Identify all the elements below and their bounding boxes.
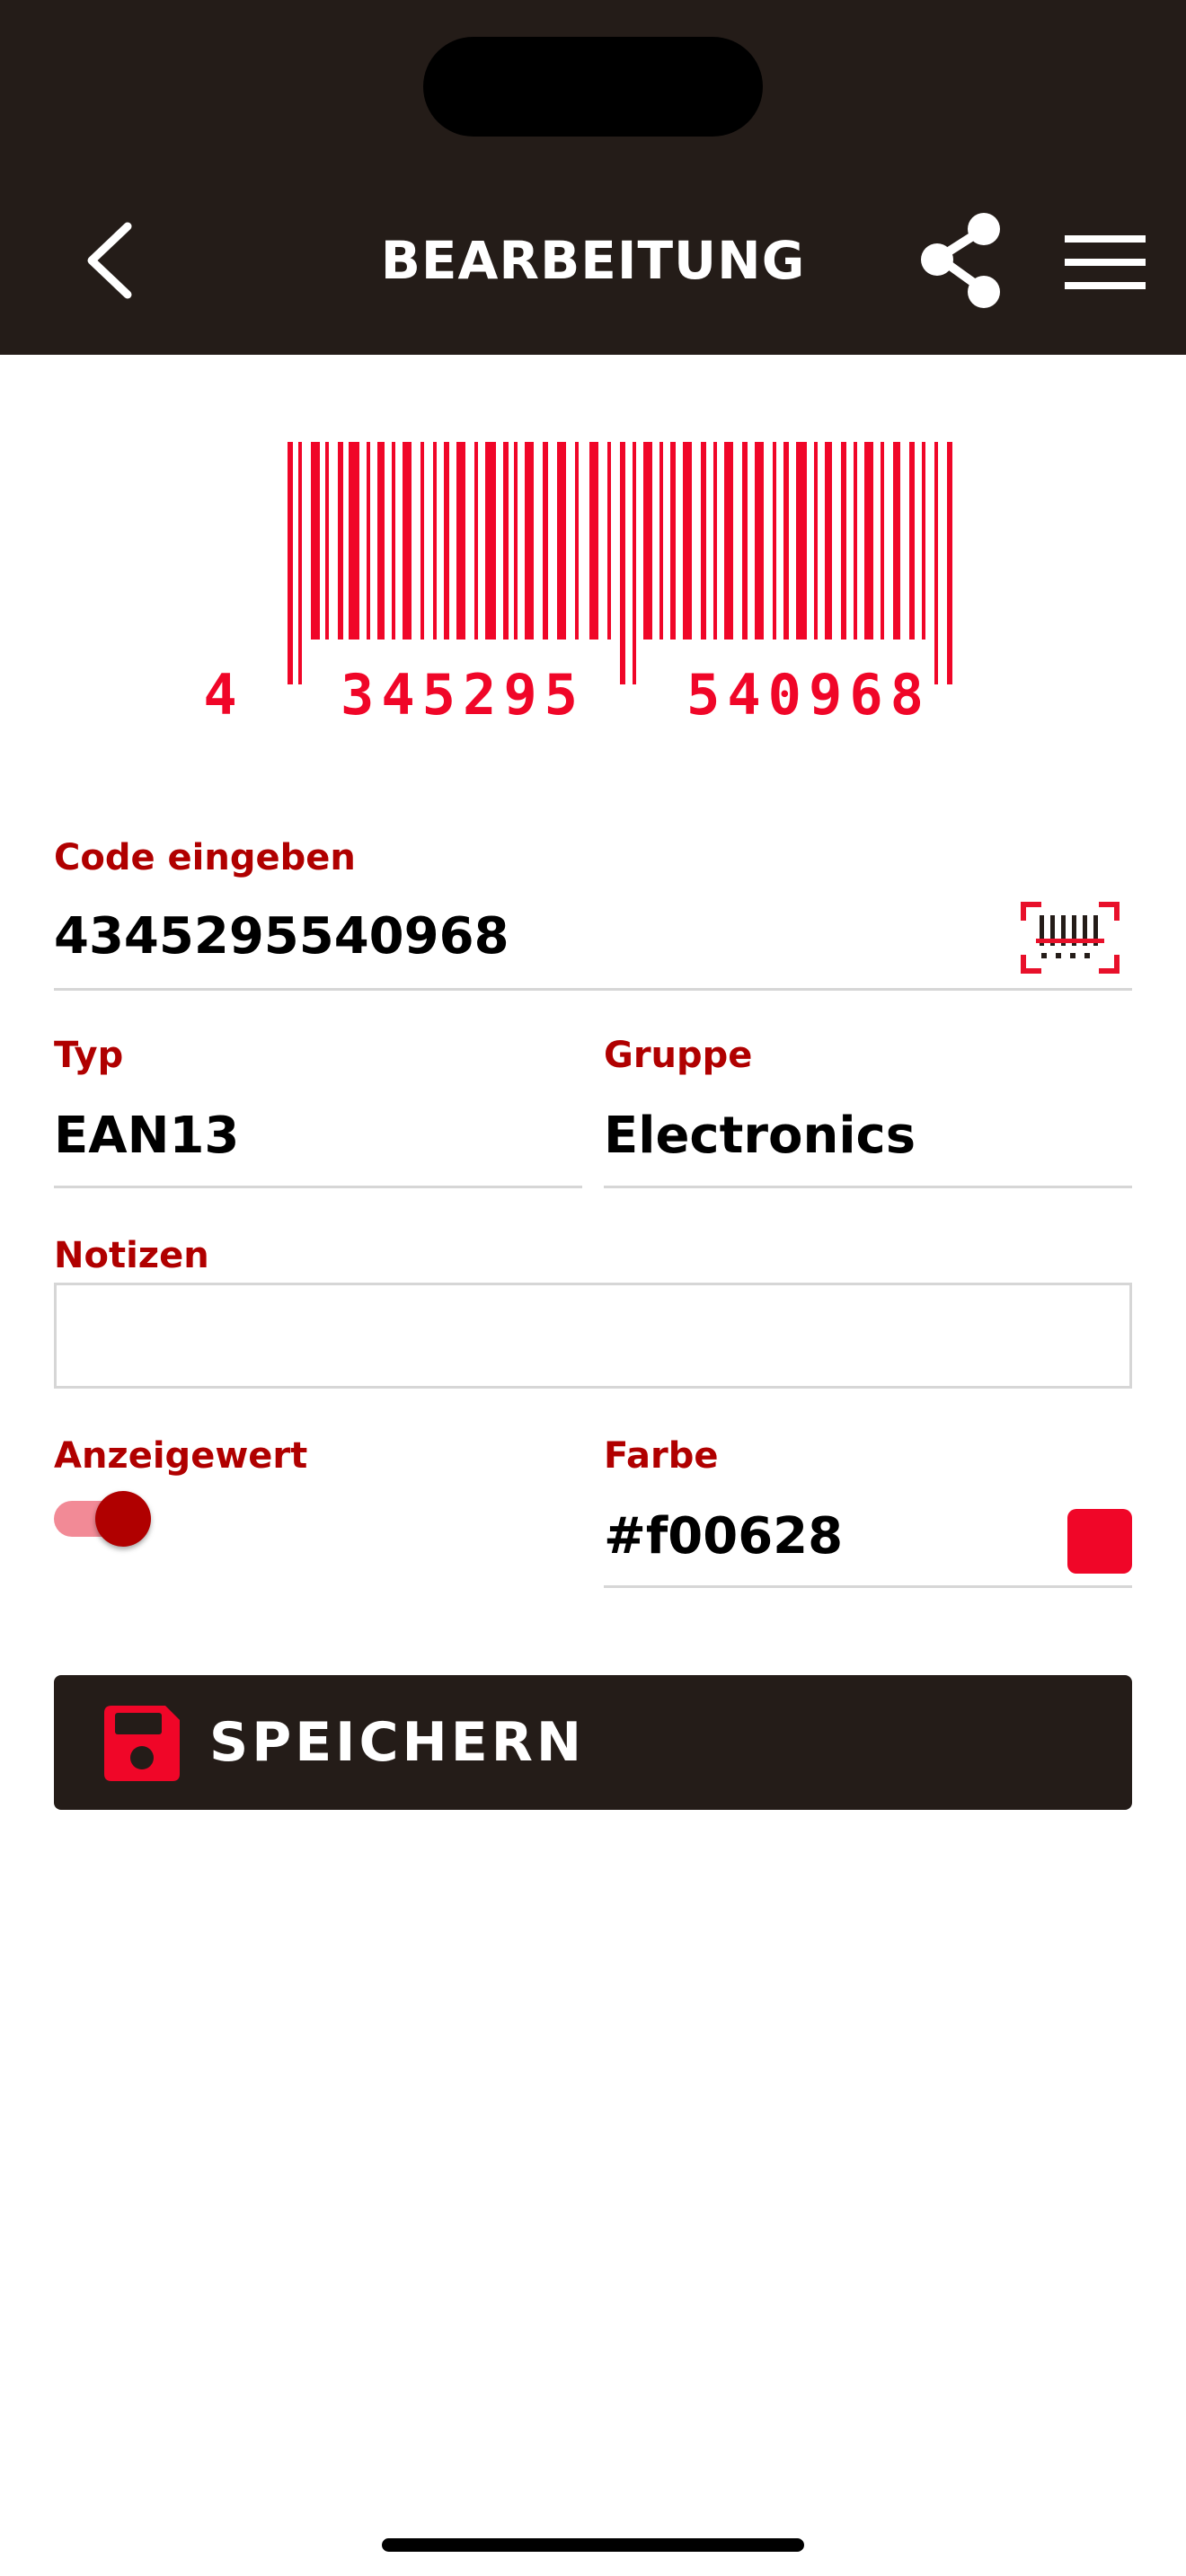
barcode-bar (456, 442, 465, 640)
barcode-bar (392, 442, 395, 640)
barcode-bar (620, 442, 625, 684)
barcode-bar (724, 442, 733, 640)
back-button[interactable] (72, 207, 153, 314)
barcode-bar (854, 442, 857, 640)
barcode-bar (514, 442, 518, 640)
barcode-bar (796, 442, 807, 640)
dynamic-island (423, 37, 763, 137)
color-underline (604, 1585, 1132, 1588)
menu-button[interactable] (1060, 229, 1150, 296)
color-input[interactable]: #f00628 (604, 1505, 843, 1568)
save-button[interactable]: SPEICHERN (54, 1675, 1132, 1810)
barcode-bar (377, 442, 385, 640)
group-select[interactable]: Electronics (604, 1105, 916, 1168)
notes-input[interactable] (54, 1283, 1132, 1389)
barcode-bar (659, 442, 663, 640)
barcode-digits-left: 345295 (341, 662, 585, 728)
notes-label: Notizen (54, 1235, 209, 1276)
barcode-bar (881, 442, 884, 640)
color-label: Farbe (604, 1435, 719, 1477)
barcode-bar (713, 442, 717, 640)
barcode-bar (814, 442, 818, 640)
code-label: Code eingeben (54, 837, 356, 878)
barcode-bar (433, 442, 437, 640)
display-value-label: Anzeigewert (54, 1435, 308, 1477)
floppy-disk-icon (101, 1702, 183, 1785)
page-title: BEARBEITUNG (380, 230, 806, 291)
type-select[interactable]: EAN13 (54, 1105, 239, 1168)
code-underline (54, 988, 1132, 991)
type-underline (54, 1186, 582, 1188)
share-icon (921, 213, 1000, 308)
app-header: BEARBEITUNG (0, 0, 1186, 355)
toggle-knob[interactable] (95, 1491, 151, 1547)
barcode-bar (783, 442, 789, 640)
color-swatch[interactable] (1067, 1509, 1132, 1574)
barcode-bar (825, 442, 832, 640)
barcode-digits-right: 540968 (686, 662, 931, 728)
barcode-bar (367, 442, 370, 640)
back-icon (87, 222, 132, 299)
barcode-scan-icon (1021, 902, 1120, 974)
barcode-bar (338, 442, 343, 640)
barcode-preview: 4 345295 540968 (0, 431, 1186, 737)
barcode-bar (934, 442, 938, 684)
barcode-bar (607, 442, 611, 640)
barcode-bar (947, 442, 952, 684)
barcode-bar (503, 442, 509, 640)
barcode-bar (543, 442, 548, 640)
type-label: Typ (54, 1035, 124, 1076)
barcode-bar (311, 442, 320, 640)
barcode-bar (288, 442, 293, 684)
barcode-bar (557, 442, 566, 640)
barcode-bar (893, 442, 900, 640)
barcode-bar (525, 442, 534, 640)
barcode-bar (773, 442, 776, 640)
barcode-bar (742, 442, 748, 640)
code-input[interactable] (54, 905, 997, 968)
barcode-bar (755, 442, 764, 640)
barcode-bar (633, 442, 636, 684)
barcode-bar (683, 442, 692, 640)
barcode-bars (288, 442, 952, 684)
barcode-bar (474, 442, 478, 640)
home-indicator (382, 2538, 804, 2552)
menu-icon (1065, 235, 1146, 289)
barcode-bar (298, 442, 302, 684)
save-button-label: SPEICHERN (209, 1711, 586, 1774)
barcode-bar (420, 442, 424, 640)
barcode-bar (701, 442, 706, 640)
barcode-bar (841, 442, 846, 640)
barcode-bar (922, 442, 925, 640)
barcode-bar (643, 442, 652, 640)
barcode-bar (575, 442, 579, 640)
barcode-bar (444, 442, 449, 640)
group-underline (604, 1186, 1132, 1188)
barcode-bar (349, 442, 359, 640)
barcode-bar (325, 442, 329, 640)
barcode-digit-first: 4 (203, 662, 236, 728)
barcode-bar (485, 442, 496, 640)
barcode-bar (670, 442, 676, 640)
barcode-bar (909, 442, 915, 640)
barcode-bar (864, 442, 873, 640)
scan-button[interactable] (1020, 901, 1120, 975)
barcode-bar (589, 442, 598, 640)
barcode-bar (403, 442, 412, 640)
share-button[interactable] (912, 211, 1020, 310)
group-label: Gruppe (604, 1035, 753, 1076)
